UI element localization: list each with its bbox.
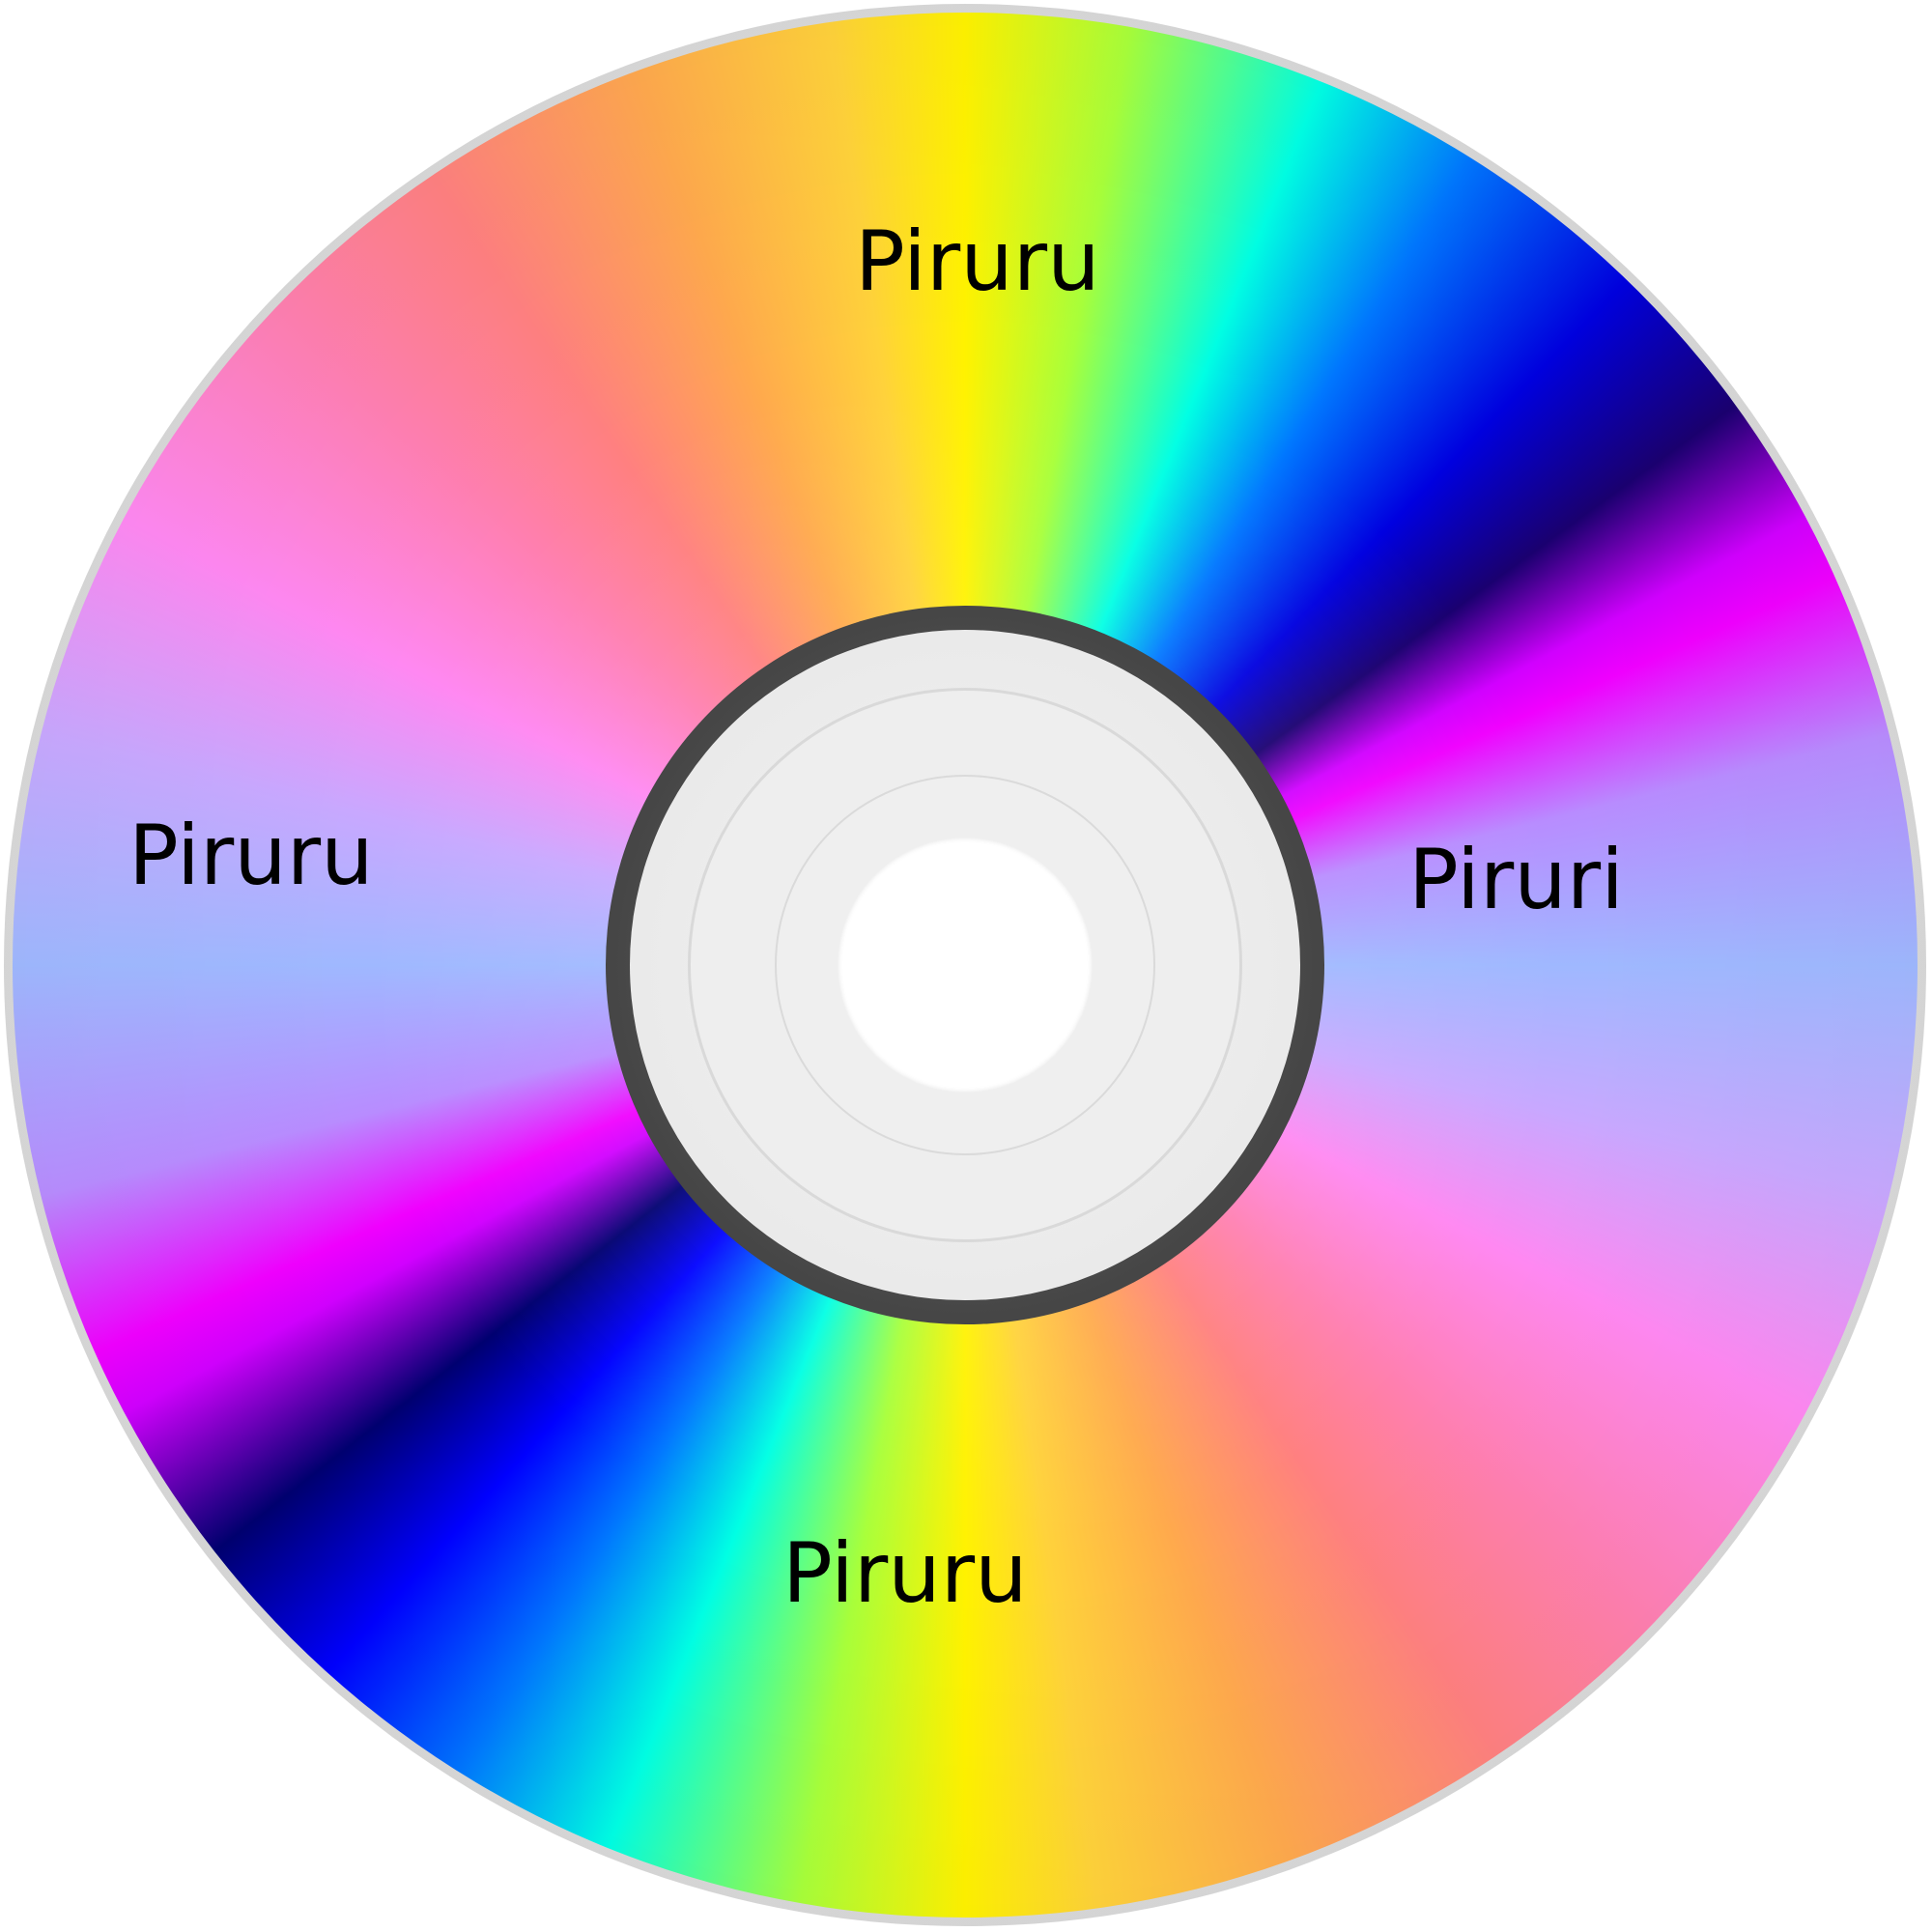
label-left: Piruru — [128, 808, 374, 904]
label-bottom: Piruru — [782, 1525, 1028, 1622]
cd-image: Piruru Piruru Piruri Piruru — [0, 0, 1932, 1932]
label-right: Piruri — [1408, 832, 1624, 928]
label-top: Piruru — [855, 213, 1100, 310]
spindle-hole — [838, 838, 1093, 1093]
